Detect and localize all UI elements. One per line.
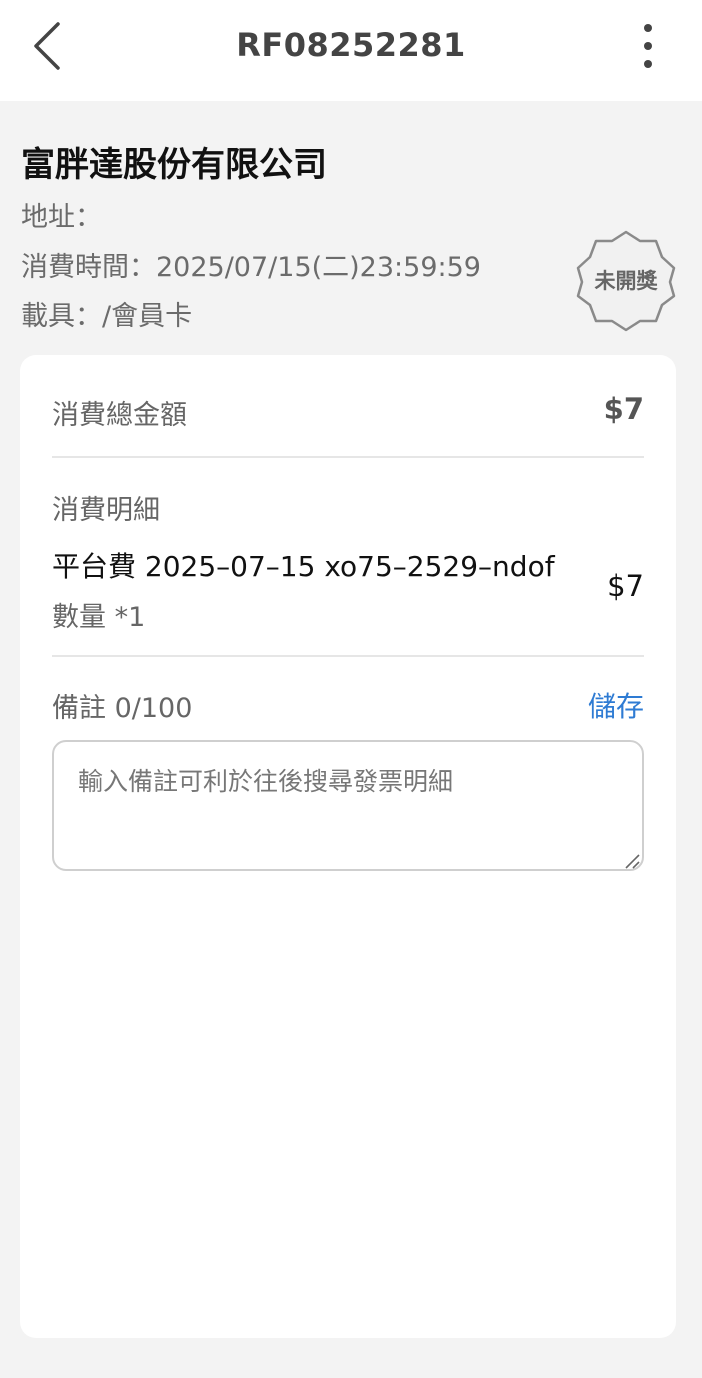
- lottery-status-badge: 未開獎: [576, 230, 676, 332]
- page-title: RF08252281: [236, 26, 466, 64]
- total-label: 消費總金額: [52, 400, 187, 431]
- badge-label: 未開獎: [594, 269, 658, 293]
- line-item-name: 平台費 2025–07–15 xo75–2529–ndof: [52, 550, 555, 583]
- line-item-price: $7: [607, 569, 644, 603]
- top-bar: RF08252281: [0, 0, 702, 101]
- divider: [52, 655, 644, 657]
- divider: [52, 456, 644, 458]
- address-line: 地址：: [21, 202, 102, 233]
- company-name: 富胖達股份有限公司: [21, 145, 327, 185]
- detail-label: 消費明細: [52, 495, 160, 526]
- save-note-button[interactable]: 儲存: [580, 685, 644, 725]
- note-input[interactable]: [52, 740, 644, 871]
- note-label: 備註 0/100: [52, 693, 193, 724]
- line-item-quantity: 數量 *1: [52, 602, 146, 633]
- invoice-detail-card: 消費總金額 $7 消費明細 平台費 2025–07–15 xo75–2529–n…: [20, 355, 676, 1338]
- total-amount: $7: [603, 392, 644, 426]
- more-vertical-icon: [644, 24, 652, 32]
- carrier-line: 載具：/會員卡: [21, 301, 193, 332]
- resize-grip-icon[interactable]: [624, 853, 640, 869]
- purchase-time: 消費時間：2025/07/15(二)23:59:59: [21, 252, 481, 283]
- more-options-button[interactable]: [630, 20, 670, 72]
